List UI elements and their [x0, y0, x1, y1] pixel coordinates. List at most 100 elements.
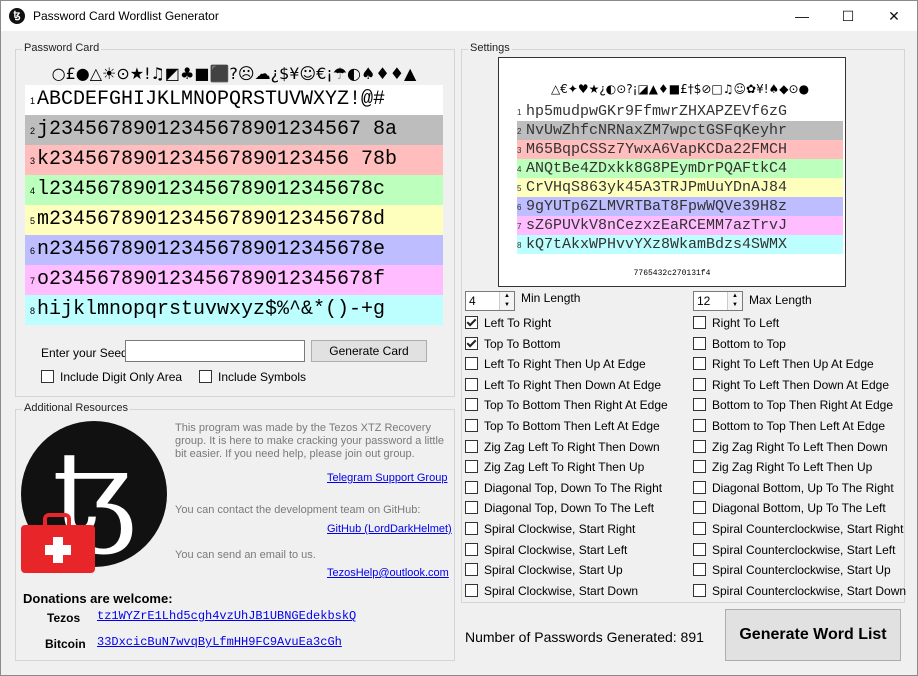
card-row-2: 2 j23456789012345678901234567 8a	[25, 115, 443, 145]
option-checkbox[interactable]: Bottom to Top Then Left At Edge	[693, 419, 885, 435]
telegram-link[interactable]: Telegram Support Group	[327, 472, 447, 484]
bitcoin-address-link[interactable]: 33DxcicBuN7wvqByLfmHH9FC9AvuEa3cGh	[97, 635, 342, 649]
maximize-button[interactable]: ☐	[825, 1, 871, 31]
include-digit-only-label: Include Digit Only Area	[60, 370, 183, 384]
tezos-address-link[interactable]: tz1WYZrE1Lhd5cgh4vzUhJB1UBNGEdekbskQ	[97, 609, 356, 623]
minimize-button[interactable]: —	[779, 1, 825, 31]
option-checkbox[interactable]: Spiral Counterclockwise, Start Left	[693, 542, 896, 559]
checkbox-box[interactable]	[693, 542, 706, 556]
min-length-spinner[interactable]: 4 ▲ ▼	[465, 291, 515, 311]
checkbox-box[interactable]	[465, 501, 478, 515]
option-checkbox[interactable]: Spiral Clockwise, Start Right	[465, 522, 635, 538]
checkbox-box[interactable]	[465, 357, 478, 371]
passwords-count-text: Number of Passwords Generated: 891	[465, 629, 704, 645]
title-bar[interactable]: ꜩ Password Card Wordlist Generator — ☐ ✕	[1, 1, 917, 31]
checkbox-box[interactable]	[693, 439, 706, 453]
option-label: Bottom to Top Then Right At Edge	[712, 398, 894, 413]
seed-input[interactable]	[125, 340, 305, 362]
tezos-label: Tezos	[47, 611, 81, 625]
checked-box-icon[interactable]	[465, 316, 478, 329]
checkbox-box[interactable]	[465, 398, 478, 412]
option-checkbox[interactable]: Diagonal Top, Down To The Right	[465, 480, 663, 497]
option-label: Diagonal Bottom, Up To The Left	[712, 501, 886, 516]
option-checkbox[interactable]: Top To Bottom Then Left At Edge	[465, 419, 660, 435]
checkbox-box[interactable]	[465, 563, 478, 577]
checkbox-box[interactable]	[693, 377, 706, 391]
checkbox-box[interactable]	[465, 377, 478, 391]
min-length-value[interactable]: 4	[466, 294, 476, 308]
checkbox-box[interactable]	[693, 419, 706, 432]
max-length-value[interactable]: 12	[694, 294, 710, 308]
generate-card-button[interactable]: Generate Card	[311, 340, 427, 362]
option-checkbox[interactable]: Diagonal Bottom, Up To The Right	[693, 480, 894, 497]
option-checkbox[interactable]: Zig Zag Left To Right Then Down	[465, 439, 660, 456]
option-checkbox[interactable]: Diagonal Bottom, Up To The Left	[693, 501, 886, 517]
card-preview: △€✦♥★¿◐⊙?¡◪▲♦■£†$⊘□♫☺✿¥!♠◆⊙● 1 hp5mudpwGK…	[498, 57, 846, 287]
option-checkbox[interactable]: Right To Left Then Down At Edge	[693, 377, 889, 394]
card-row-7: 7 o234567890123456789012345678f	[25, 265, 443, 295]
checkbox-box[interactable]	[693, 460, 706, 474]
checkbox-box[interactable]	[465, 439, 478, 453]
checkbox-box[interactable]	[465, 419, 478, 432]
option-checkbox[interactable]: Diagonal Top, Down To The Left	[465, 501, 654, 517]
include-digit-only-checkbox[interactable]: Include Digit Only Area	[41, 370, 182, 386]
preview-seed-text: 7765432c270131f4	[633, 269, 711, 278]
option-checkbox[interactable]: Top To Bottom Then Right At Edge	[465, 398, 668, 414]
preview-row-number: 3	[517, 146, 522, 155]
option-checkbox[interactable]: Left To Right Then Up At Edge	[465, 357, 646, 373]
option-label: Zig Zag Left To Right Then Down	[484, 439, 660, 454]
include-symbols-label: Include Symbols	[218, 370, 307, 384]
option-checkbox[interactable]: Bottom to Top	[693, 336, 786, 353]
checkbox-box[interactable]	[693, 501, 706, 515]
checkbox-box[interactable]	[693, 563, 706, 577]
option-label: Spiral Counterclockwise, Start Left	[712, 542, 896, 557]
spinner-arrows-icon[interactable]: ▲ ▼	[499, 292, 514, 310]
checkbox-box[interactable]	[693, 522, 706, 535]
checked-box-icon[interactable]	[465, 336, 478, 350]
card-row-text: k2345678901234567890123456 78b	[37, 148, 398, 171]
card-row-text: hijklmnopqrstuvwxyz$%^&*()-+g	[37, 298, 386, 321]
option-label: Diagonal Top, Down To The Right	[484, 480, 663, 495]
checkbox-box[interactable]	[693, 480, 706, 494]
option-checkbox[interactable]: Zig Zag Right To Left Then Down	[693, 439, 888, 456]
option-checkbox[interactable]: Bottom to Top Then Right At Edge	[693, 398, 893, 414]
max-length-spinner[interactable]: 12 ▲ ▼	[693, 291, 743, 311]
checkbox-box[interactable]	[465, 542, 478, 556]
github-link[interactable]: GitHub (LordDarkHelmet)	[327, 523, 452, 535]
card-row-number: 8	[29, 306, 35, 316]
option-checkbox[interactable]: Zig Zag Left To Right Then Up	[465, 460, 644, 476]
close-button[interactable]: ✕	[871, 1, 917, 31]
option-checkbox[interactable]: Zig Zag Right To Left Then Up	[693, 460, 872, 476]
preview-row-text: CrVHqS863yk45A3TRJPmUuYDnAJ84	[526, 179, 788, 196]
checkbox-box[interactable]	[693, 583, 706, 597]
checkbox-box[interactable]	[465, 480, 478, 494]
generate-word-list-button[interactable]: Generate Word List	[725, 609, 901, 661]
option-checkbox[interactable]: Spiral Clockwise, Start Down	[465, 583, 638, 600]
option-checkbox[interactable]: Spiral Clockwise, Start Up	[465, 563, 623, 579]
option-checkbox[interactable]: Spiral Counterclockwise, Start Up	[693, 563, 891, 579]
checkbox-box[interactable]	[465, 522, 478, 535]
option-checkbox[interactable]: Left To Right Then Down At Edge	[465, 377, 661, 394]
checkbox-box[interactable]	[465, 583, 478, 597]
card-row-3: 3 k2345678901234567890123456 78b	[25, 145, 443, 175]
option-checkbox[interactable]: Right To Left Then Up At Edge	[693, 357, 874, 373]
checkbox-box[interactable]	[199, 370, 212, 383]
option-checkbox[interactable]: Left To Right	[465, 316, 551, 332]
option-checkbox[interactable]: Spiral Counterclockwise, Start Right	[693, 522, 903, 538]
checkbox-box[interactable]	[693, 336, 706, 350]
include-symbols-checkbox[interactable]: Include Symbols	[199, 370, 306, 386]
checkbox-box[interactable]	[465, 460, 478, 474]
option-checkbox[interactable]: Top To Bottom	[465, 336, 561, 353]
checkbox-box[interactable]	[693, 357, 706, 371]
card-row-6: 6 n234567890123456789012345678e	[25, 235, 443, 265]
checkbox-box[interactable]	[41, 370, 54, 383]
option-checkbox[interactable]: Right To Left	[693, 316, 779, 332]
option-checkbox[interactable]: Spiral Clockwise, Start Left	[465, 542, 628, 559]
checkbox-box[interactable]	[693, 316, 706, 329]
option-label: Bottom to Top Then Left At Edge	[712, 419, 886, 433]
email-link[interactable]: TezosHelp@outlook.com	[327, 567, 449, 579]
checkbox-box[interactable]	[693, 398, 706, 412]
option-label: Spiral Clockwise, Start Left	[484, 542, 628, 557]
spinner-arrows-icon[interactable]: ▲ ▼	[727, 292, 742, 310]
option-checkbox[interactable]: Spiral Counterclockwise, Start Down	[693, 583, 906, 600]
